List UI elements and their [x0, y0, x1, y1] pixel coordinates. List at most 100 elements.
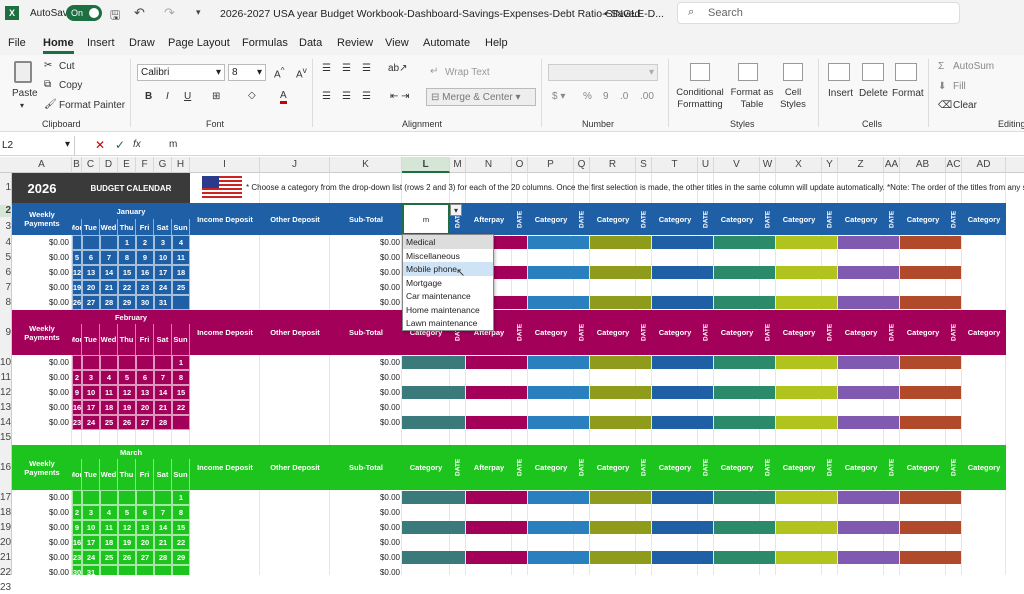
calendar-day[interactable]: 26 — [72, 295, 82, 310]
calendar-day[interactable] — [136, 355, 154, 370]
calendar-day[interactable]: 5 — [118, 370, 136, 385]
align-right-icon[interactable]: ☰ — [362, 91, 371, 102]
column-header-N[interactable]: N — [466, 157, 512, 173]
calendar-day[interactable]: 22 — [172, 535, 190, 550]
calendar-day[interactable]: 30 — [72, 565, 82, 575]
column-header-M[interactable]: M — [450, 157, 466, 173]
saved-status[interactable]: • Saved — [604, 8, 640, 20]
calendar-day[interactable]: 16 — [72, 400, 82, 415]
calendar-day[interactable] — [82, 355, 100, 370]
row-header-6[interactable]: 6 — [0, 267, 12, 279]
calendar-day[interactable]: 10 — [82, 520, 100, 535]
row-header-20[interactable]: 20 — [0, 537, 12, 549]
paste-dropdown-icon[interactable]: ▾ — [20, 101, 24, 110]
column-header-I[interactable]: I — [190, 157, 260, 173]
calendar-day[interactable]: 1 — [118, 235, 136, 250]
calendar-day[interactable] — [82, 490, 100, 505]
calendar-day[interactable]: 17 — [154, 265, 172, 280]
calendar-day[interactable]: 8 — [172, 505, 190, 520]
decrease-decimal-icon[interactable]: .00 — [640, 91, 654, 102]
calendar-day[interactable]: 18 — [172, 265, 190, 280]
calendar-day[interactable]: 8 — [118, 250, 136, 265]
clear-button[interactable]: Clear — [953, 100, 977, 111]
currency-icon[interactable]: $ ▾ — [552, 91, 565, 102]
calendar-day[interactable] — [154, 490, 172, 505]
calendar-day[interactable]: 27 — [136, 415, 154, 430]
calendar-day[interactable]: 16 — [136, 265, 154, 280]
menu-help[interactable]: Help — [485, 37, 508, 49]
calendar-day[interactable]: 22 — [118, 280, 136, 295]
column-header-H[interactable]: H — [172, 157, 190, 173]
calendar-day[interactable]: 9 — [136, 250, 154, 265]
format-as-table-button[interactable]: Format as Table — [730, 87, 774, 111]
bold-button[interactable]: B — [145, 91, 152, 102]
row-header-11[interactable]: 11 — [0, 372, 12, 384]
dropdown-option[interactable]: Mobile phone — [403, 262, 493, 276]
font-color-icon[interactable]: A — [280, 90, 287, 104]
calendar-day[interactable]: 26 — [118, 550, 136, 565]
calendar-day[interactable]: 7 — [154, 505, 172, 520]
name-box[interactable]: L2 ▾ — [0, 136, 75, 155]
row-header-18[interactable]: 18 — [0, 507, 12, 519]
column-header-Q[interactable]: Q — [574, 157, 590, 173]
calendar-day[interactable]: 3 — [154, 235, 172, 250]
row-header-14[interactable]: 14 — [0, 417, 12, 429]
calendar-day[interactable] — [118, 490, 136, 505]
percent-icon[interactable]: % — [583, 91, 592, 102]
calendar-day[interactable] — [172, 415, 190, 430]
calendar-day[interactable]: 11 — [100, 520, 118, 535]
underline-button[interactable]: U — [184, 91, 191, 102]
cut-icon[interactable]: ✂ — [44, 60, 52, 71]
calendar-day[interactable]: 12 — [72, 265, 82, 280]
dropdown-option[interactable]: Medical — [403, 235, 493, 249]
column-header-X[interactable]: X — [776, 157, 822, 173]
calendar-day[interactable]: 7 — [100, 250, 118, 265]
calendar-day[interactable]: 28 — [100, 295, 118, 310]
menu-home[interactable]: Home — [43, 37, 74, 54]
calendar-day[interactable]: 18 — [100, 400, 118, 415]
calendar-day[interactable]: 16 — [72, 535, 82, 550]
paste-icon[interactable] — [14, 61, 32, 83]
column-header-C[interactable]: C — [82, 157, 100, 173]
autosave-toggle[interactable]: On — [66, 5, 102, 21]
calendar-day[interactable]: 21 — [154, 400, 172, 415]
font-name-select[interactable]: Calibri ▾ — [137, 64, 225, 81]
calendar-day[interactable]: 10 — [82, 385, 100, 400]
column-header-AA[interactable]: AA — [884, 157, 900, 173]
fill-color-icon[interactable]: ◇ — [248, 90, 256, 101]
menu-insert[interactable]: Insert — [87, 37, 115, 49]
calendar-day[interactable] — [82, 235, 100, 250]
calendar-day[interactable] — [154, 355, 172, 370]
column-header-F[interactable]: F — [136, 157, 154, 173]
row-header-17[interactable]: 17 — [0, 492, 12, 504]
column-header-T[interactable]: T — [652, 157, 698, 173]
calendar-day[interactable]: 17 — [82, 400, 100, 415]
column-header-A[interactable]: A — [12, 157, 72, 173]
calendar-day[interactable]: 8 — [172, 370, 190, 385]
dropdown-option[interactable]: Miscellaneous — [403, 249, 493, 263]
insert-cells-button[interactable]: Insert — [828, 88, 853, 99]
row-header-16[interactable]: 16 — [0, 462, 12, 474]
calendar-day[interactable]: 24 — [154, 280, 172, 295]
calendar-day[interactable]: 14 — [154, 520, 172, 535]
dropdown-option[interactable]: Car maintenance — [403, 289, 493, 303]
orientation-icon[interactable]: ab↗ — [388, 63, 408, 74]
fill-button[interactable]: Fill — [953, 81, 966, 92]
cell-styles-button[interactable]: Cell Styles — [775, 87, 811, 111]
column-header-Y[interactable]: Y — [822, 157, 838, 173]
calendar-day[interactable]: 9 — [72, 520, 82, 535]
calendar-day[interactable]: 13 — [136, 385, 154, 400]
merge-center-button[interactable]: ⊟ Merge & Center ▾ — [426, 88, 536, 106]
menu-view[interactable]: View — [385, 37, 409, 49]
row-header-13[interactable]: 13 — [0, 402, 12, 414]
calendar-day[interactable]: 3 — [82, 505, 100, 520]
format-painter-icon[interactable]: 🖌 — [44, 99, 57, 110]
calendar-day[interactable]: 12 — [118, 520, 136, 535]
format-cells-button[interactable]: Format — [892, 88, 924, 99]
calendar-day[interactable] — [118, 565, 136, 575]
calendar-day[interactable]: 28 — [154, 415, 172, 430]
customize-icon[interactable]: ▾ — [196, 7, 201, 18]
calendar-day[interactable]: 3 — [82, 370, 100, 385]
calendar-day[interactable]: 31 — [154, 295, 172, 310]
row-header-3[interactable]: 3 — [0, 221, 12, 233]
